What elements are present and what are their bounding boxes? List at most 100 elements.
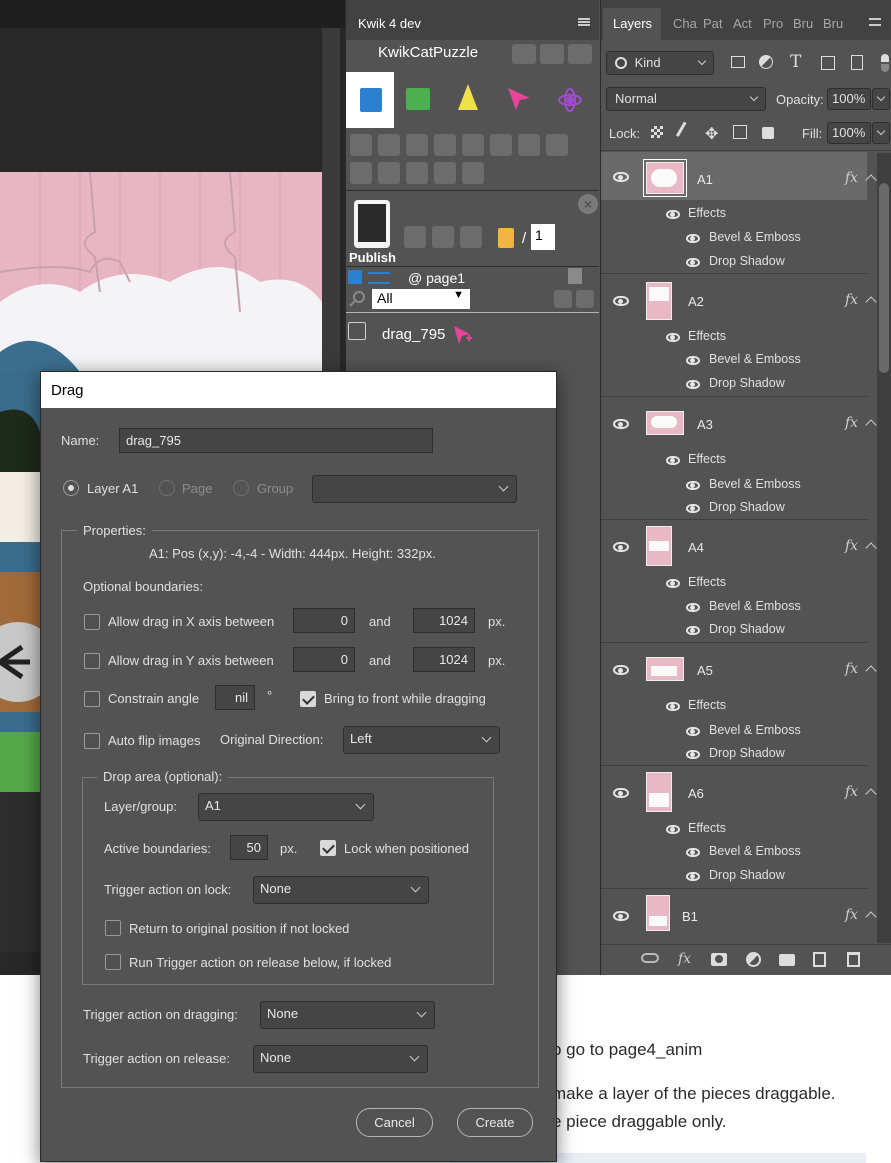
bevel-label[interactable]: Bevel & Emboss — [709, 844, 801, 858]
page-number-field[interactable]: 1 — [531, 224, 555, 250]
shadow-label[interactable]: Drop Shadow — [709, 500, 785, 514]
layer-name[interactable]: A1 — [697, 172, 713, 187]
effects-eye-icon[interactable] — [666, 456, 680, 465]
smart-object-filter-icon[interactable] — [851, 55, 863, 70]
opacity-dropdown[interactable] — [872, 88, 890, 110]
allow-y-checkbox[interactable] — [84, 653, 100, 669]
allow-y-min[interactable]: 0 — [293, 647, 355, 672]
layer-name[interactable]: A6 — [688, 786, 704, 801]
allow-y-label[interactable]: Allow drag in Y axis between — [108, 653, 274, 668]
new-adjustment-icon[interactable] — [746, 952, 761, 967]
rocket-icon[interactable] — [458, 84, 478, 110]
tab-brushes[interactable]: Bru — [793, 16, 813, 31]
radio-page-label[interactable]: Page — [182, 481, 212, 496]
collapse-icon[interactable] — [865, 174, 877, 186]
timer-icon[interactable] — [378, 162, 400, 184]
export2-icon[interactable] — [432, 226, 454, 248]
panel-menu-icon[interactable] — [578, 18, 590, 26]
layer-row[interactable]: A1 fx Effects Bevel & Emboss Drop Shadow — [601, 152, 877, 274]
kwik-tab-title[interactable]: Kwik 4 dev — [358, 16, 421, 31]
bevel-eye-icon[interactable] — [686, 727, 700, 736]
layer-name[interactable]: A5 — [697, 663, 713, 678]
shadow-label[interactable]: Drop Shadow — [709, 868, 785, 882]
radio-layer-label[interactable]: Layer A1 — [87, 481, 138, 496]
visibility-eye-icon[interactable] — [613, 788, 629, 798]
shadow-label[interactable]: Drop Shadow — [709, 746, 785, 760]
add-tool-icon[interactable] — [518, 134, 540, 156]
radio-group-label[interactable]: Group — [257, 481, 293, 496]
lock-artboard-icon[interactable] — [733, 125, 747, 139]
bevel-label[interactable]: Bevel & Emboss — [709, 599, 801, 613]
collapse-icon[interactable] — [865, 419, 877, 431]
close-icon[interactable]: × — [578, 194, 598, 214]
shadow-eye-icon[interactable] — [686, 258, 700, 267]
tablet-icon[interactable] — [354, 200, 390, 248]
open-folder-icon[interactable] — [540, 44, 564, 64]
bevel-eye-icon[interactable] — [686, 603, 700, 612]
trigger-release-select[interactable]: None — [253, 1045, 428, 1073]
lock-pixels-icon[interactable] — [675, 121, 697, 143]
bevel-label[interactable]: Bevel & Emboss — [709, 477, 801, 491]
image-tool-icon[interactable] — [350, 134, 372, 156]
shadow-label[interactable]: Drop Shadow — [709, 622, 785, 636]
effects-eye-icon[interactable] — [666, 579, 680, 588]
collapse-icon[interactable] — [865, 296, 877, 308]
tab-paths[interactable]: Pat — [703, 16, 723, 31]
tab-pages[interactable] — [346, 72, 394, 128]
terminal-tool-icon[interactable] — [462, 134, 484, 156]
new-layer-icon[interactable] — [813, 952, 826, 967]
pointer-icon[interactable] — [506, 86, 532, 112]
stack-tool-icon[interactable] — [490, 134, 512, 156]
copy-icon[interactable] — [576, 290, 594, 308]
shadow-eye-icon[interactable] — [686, 750, 700, 759]
radio-group[interactable] — [233, 480, 249, 496]
layer-row[interactable]: A3 fx Effects Bevel & Emboss Drop Shadow — [601, 397, 877, 520]
visibility-eye-icon[interactable] — [613, 296, 629, 306]
fx-icon[interactable]: fx — [845, 907, 858, 923]
fx-icon[interactable]: fx — [845, 292, 858, 308]
tab-properties[interactable]: Pro — [763, 16, 783, 31]
auto-flip-checkbox[interactable] — [84, 733, 100, 749]
tab-channels[interactable]: Cha — [673, 16, 697, 31]
web-icon[interactable] — [350, 162, 372, 184]
new-project-icon[interactable] — [512, 44, 536, 64]
bevel-label[interactable]: Bevel & Emboss — [709, 352, 801, 366]
allow-x-label[interactable]: Allow drag in X axis between — [108, 614, 274, 629]
shadow-eye-icon[interactable] — [686, 380, 700, 389]
effects-eye-icon[interactable] — [666, 702, 680, 711]
layers-icon[interactable] — [406, 162, 428, 184]
visibility-eye-icon[interactable] — [613, 172, 629, 182]
particles-icon[interactable] — [434, 162, 456, 184]
lock-position-icon[interactable]: ✥ — [705, 124, 718, 144]
layer-row[interactable]: A2 fx Effects Bevel & Emboss Drop Shadow — [601, 274, 877, 397]
shadow-eye-icon[interactable] — [686, 626, 700, 635]
collapse-icon[interactable] — [865, 788, 877, 800]
layer-row[interactable]: B1 fx — [601, 889, 877, 942]
delete-layer-icon[interactable] — [847, 952, 860, 967]
fill-dropdown[interactable] — [872, 122, 890, 144]
scrollbar-thumb[interactable] — [879, 183, 889, 373]
trigger-dragging-select[interactable]: None — [260, 1001, 435, 1029]
fx-icon[interactable]: fx — [845, 538, 858, 554]
layer-name[interactable]: B1 — [682, 909, 698, 924]
bring-front-label[interactable]: Bring to front while dragging — [324, 691, 486, 706]
link-layers-icon[interactable] — [641, 953, 659, 963]
trash-icon[interactable] — [568, 268, 582, 284]
radio-layer[interactable] — [63, 480, 79, 496]
radio-page[interactable] — [159, 480, 175, 496]
layer-row[interactable]: A6 fx Effects Bevel & Emboss Drop Shadow — [601, 766, 877, 889]
allow-x-checkbox[interactable] — [84, 614, 100, 630]
run-trigger-checkbox[interactable] — [105, 954, 121, 970]
dm-tool-icon[interactable] — [434, 134, 456, 156]
effects-eye-icon[interactable] — [666, 825, 680, 834]
shadow-label[interactable]: Drop Shadow — [709, 254, 785, 268]
fx-icon[interactable]: fx — [845, 661, 858, 677]
allow-y-max[interactable]: 1024 — [413, 647, 475, 672]
filter-select[interactable]: All ▼ — [372, 289, 470, 309]
export-icon[interactable] — [404, 226, 426, 248]
atom-icon[interactable] — [558, 88, 582, 112]
bring-front-checkbox[interactable] — [300, 691, 316, 707]
allow-x-max[interactable]: 1024 — [413, 608, 475, 633]
active-boundaries-input[interactable]: 50 — [230, 835, 268, 860]
create-button[interactable]: Create — [457, 1108, 533, 1137]
